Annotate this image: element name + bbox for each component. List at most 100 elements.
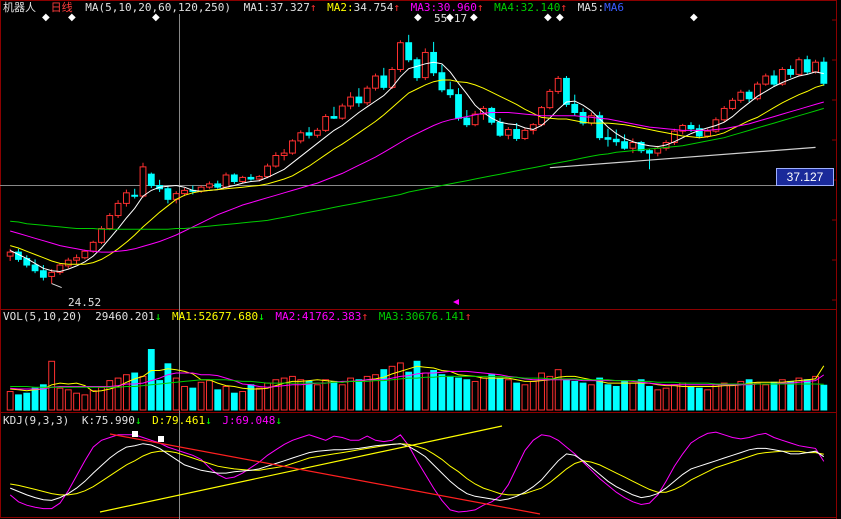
down-arrow-icon: ↓ xyxy=(258,310,265,323)
stock-name: 机器人 xyxy=(3,1,36,14)
candle-body xyxy=(89,241,97,252)
candle-body xyxy=(438,72,446,91)
volume-bar xyxy=(812,375,819,411)
ma2-label: MA2: xyxy=(327,1,354,14)
candle-body xyxy=(122,192,130,204)
down-arrow-icon: ↓ xyxy=(275,414,282,427)
candle-body xyxy=(380,75,388,88)
volume-bar xyxy=(214,389,222,411)
volume-bar xyxy=(89,390,97,411)
candle-body xyxy=(363,87,371,104)
candle-body xyxy=(347,96,354,107)
volume-bar xyxy=(421,372,429,411)
volume-bar xyxy=(6,391,14,411)
volume-bar xyxy=(670,384,678,411)
candle-body xyxy=(272,155,280,167)
volume-bar xyxy=(330,380,338,411)
kdj-marker xyxy=(132,431,138,437)
volume-bar xyxy=(206,380,213,411)
candle-body xyxy=(48,271,56,277)
price-ma-line xyxy=(9,61,824,273)
vol-ma3-value: 30676.141 xyxy=(405,310,465,323)
candle-body xyxy=(73,257,80,261)
volume-bar xyxy=(23,392,31,411)
candle-body xyxy=(421,51,429,79)
volume-bar xyxy=(56,387,64,411)
d-label: D: xyxy=(152,414,166,427)
ma5-value: MA6 xyxy=(604,1,624,14)
volume-bar xyxy=(596,377,604,411)
candle-body xyxy=(280,152,288,157)
volume-panel-header: VOL(5,10,20) 29460.201↓ MA1:52677.680↓ M… xyxy=(3,310,471,324)
period-label[interactable]: 日线 xyxy=(51,1,73,14)
volume-bar xyxy=(654,389,662,411)
magenta-pointer-icon xyxy=(453,299,459,305)
d-value: 79.461 xyxy=(165,414,206,427)
volume-bar xyxy=(704,389,712,411)
volume-bar xyxy=(687,385,695,411)
candle-body xyxy=(729,99,736,109)
kline-chart[interactable]: ◆ ◆ ◆ ◆ ◆ ◆ ◆ ◆ ◆ xyxy=(0,0,841,519)
volume-bar xyxy=(679,382,687,411)
candle-body xyxy=(795,59,803,75)
k-label: K: xyxy=(81,414,96,427)
volume-bar xyxy=(662,387,670,411)
candle-body xyxy=(372,75,379,89)
volume-bar xyxy=(114,377,122,411)
up-arrow-icon: ↑ xyxy=(476,1,484,14)
candle-body xyxy=(687,124,695,130)
volume-bar xyxy=(521,384,529,411)
candle-body xyxy=(629,142,637,149)
volume-bar xyxy=(81,394,89,411)
volume-bar xyxy=(496,377,504,411)
volume-bar xyxy=(438,374,446,411)
candle-body xyxy=(214,183,222,188)
volume-bar xyxy=(720,382,728,411)
candle-body xyxy=(413,59,421,79)
candle-body xyxy=(31,264,39,272)
candle-body xyxy=(264,165,271,178)
candle-body xyxy=(313,129,321,136)
vol-ma3-label: MA3: xyxy=(378,310,406,323)
up-arrow-icon: ↑ xyxy=(393,1,400,14)
candle-body xyxy=(139,166,147,197)
volume-bar xyxy=(255,387,263,411)
candle-body xyxy=(704,130,712,137)
volume-bar xyxy=(463,379,471,411)
volume-bar xyxy=(712,384,720,411)
candle-body xyxy=(546,90,554,109)
volume-bar xyxy=(488,374,496,411)
volume-bar xyxy=(31,387,39,411)
candle-body xyxy=(803,59,811,73)
volume-bar xyxy=(189,387,197,411)
candle-body xyxy=(488,107,496,123)
volume-bar xyxy=(629,382,637,411)
candle-body xyxy=(745,91,753,100)
candle-body xyxy=(396,42,404,70)
candle-body xyxy=(239,176,247,182)
candle-body xyxy=(106,215,114,230)
volume-bar xyxy=(787,380,795,411)
candle-body xyxy=(737,91,745,101)
candle-body xyxy=(504,129,512,136)
ma1-label: MA1: xyxy=(243,1,271,14)
volume-bar xyxy=(737,380,745,411)
volume-bar xyxy=(646,385,653,411)
candle-body xyxy=(181,189,188,195)
volume-bar xyxy=(729,384,736,411)
candle-body xyxy=(621,141,628,149)
ma2-value: 34.754 xyxy=(353,1,394,14)
candle-body xyxy=(164,188,172,200)
support-trendline xyxy=(549,146,816,169)
candle-body xyxy=(6,251,14,257)
volume-bar xyxy=(380,369,388,411)
volume-bar xyxy=(621,380,628,411)
up-arrow-icon: ↑ xyxy=(309,1,317,14)
up-arrow-icon: ↑ xyxy=(361,310,369,323)
price-panel-header: 机器人 日线 MA(5,10,20,60,120,250) MA1:37.327… xyxy=(3,1,624,15)
candle-body xyxy=(612,138,620,143)
vol-ma1-value: 52677.680 xyxy=(198,310,259,323)
volume-bar xyxy=(604,384,612,411)
candle-body xyxy=(812,61,819,73)
candle-body xyxy=(654,147,662,154)
